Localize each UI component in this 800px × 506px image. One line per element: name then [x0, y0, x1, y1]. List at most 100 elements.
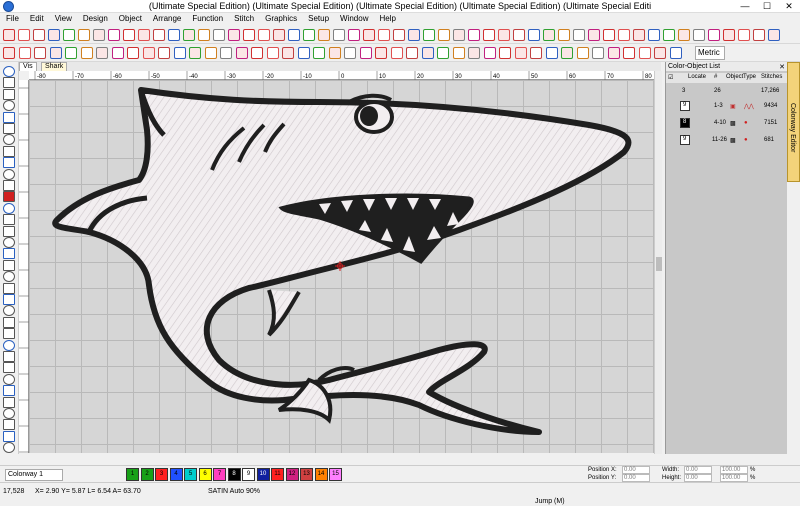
width-input[interactable]: 0.00	[684, 466, 712, 474]
toolbar-tool-icon[interactable]	[49, 47, 62, 59]
left-tool-icon[interactable]	[3, 259, 15, 271]
menu-object[interactable]: Object	[113, 13, 147, 26]
toolbar-tool-icon[interactable]	[80, 47, 93, 59]
toolbar-tool-icon[interactable]	[663, 29, 675, 41]
toolbar-tool-icon[interactable]	[678, 29, 690, 41]
toolbar-tool-icon[interactable]	[708, 29, 720, 41]
left-tool-icon[interactable]	[3, 362, 15, 374]
thread-color-swatch[interactable]: 3	[155, 468, 168, 481]
height-percent-input[interactable]: 100.00	[720, 474, 748, 482]
menu-arrange[interactable]: Arrange	[147, 13, 186, 26]
toolbar-tool-icon[interactable]	[344, 47, 356, 59]
scrollbar-thumb[interactable]	[656, 257, 662, 271]
toolbar-tool-icon[interactable]	[138, 29, 150, 41]
toolbar-tool-icon[interactable]	[3, 29, 15, 41]
menu-edit[interactable]: Edit	[24, 13, 49, 26]
toolbar-tool-icon[interactable]	[173, 47, 186, 59]
toolbar-tool-icon[interactable]	[220, 47, 232, 59]
toolbar-tool-icon[interactable]	[213, 29, 225, 41]
position-y-input[interactable]: 0.00	[622, 474, 650, 482]
left-tool-icon[interactable]	[3, 88, 15, 100]
left-tool-icon[interactable]	[3, 100, 15, 112]
design-canvas[interactable]	[29, 80, 654, 453]
toolbar-tool-icon[interactable]	[18, 47, 31, 59]
toolbar-tool-icon[interactable]	[48, 29, 60, 41]
left-tool-icon[interactable]	[3, 77, 15, 89]
toolbar-tool-icon[interactable]	[452, 47, 465, 59]
toolbar-tool-icon[interactable]	[378, 29, 390, 41]
toolbar-tool-icon[interactable]	[328, 47, 341, 59]
toolbar-tool-icon[interactable]	[406, 47, 418, 59]
thread-color-swatch[interactable]: 10	[256, 468, 270, 481]
left-tool-icon[interactable]	[3, 157, 15, 169]
thread-color-swatch[interactable]: 5	[184, 468, 197, 481]
toolbar-tool-icon[interactable]	[654, 47, 666, 59]
toolbar-tool-icon[interactable]	[228, 29, 240, 41]
left-tool-icon[interactable]	[3, 305, 15, 317]
toolbar-tool-icon[interactable]	[168, 29, 180, 41]
left-tool-icon[interactable]	[3, 339, 15, 351]
toolbar-tool-icon[interactable]	[530, 47, 542, 59]
panel-close-icon[interactable]: ✕	[779, 63, 785, 71]
toolbar-tool-icon[interactable]	[513, 29, 525, 41]
toolbar-tool-icon[interactable]	[33, 29, 45, 41]
toolbar-tool-icon[interactable]	[607, 47, 620, 59]
thread-color-swatch[interactable]: 13	[300, 468, 313, 481]
toolbar-tool-icon[interactable]	[198, 29, 210, 41]
toolbar-tool-icon[interactable]	[204, 47, 217, 59]
left-tool-icon[interactable]	[3, 351, 15, 362]
toolbar-tool-icon[interactable]	[514, 47, 527, 59]
toolbar-tool-icon[interactable]	[333, 29, 345, 41]
toolbar-tool-icon[interactable]	[282, 47, 294, 59]
left-tool-icon[interactable]	[3, 145, 15, 157]
toolbar-tool-icon[interactable]	[297, 47, 310, 59]
toolbar-tool-icon[interactable]	[693, 29, 705, 41]
toolbar-tool-icon[interactable]	[453, 29, 465, 41]
toolbar-tool-icon[interactable]	[303, 29, 315, 41]
left-tool-icon[interactable]	[3, 225, 15, 237]
toolbar-tool-icon[interactable]	[359, 47, 372, 59]
toolbar-tool-icon[interactable]	[573, 29, 585, 41]
colorway-editor-tab[interactable]: Colorway Editor	[787, 62, 800, 182]
toolbar-tool-icon[interactable]	[738, 29, 750, 41]
toolbar-tool-icon[interactable]	[375, 47, 387, 59]
toolbar-tool-icon[interactable]	[266, 47, 279, 59]
toolbar-tool-icon[interactable]	[258, 29, 270, 41]
toolbar-tool-icon[interactable]	[288, 29, 300, 41]
toolbar-tool-icon[interactable]	[127, 47, 139, 59]
thread-color-swatch[interactable]: 11	[271, 468, 284, 481]
left-tool-icon[interactable]	[3, 316, 15, 328]
left-tool-icon[interactable]	[3, 202, 15, 214]
left-tool-icon[interactable]	[3, 248, 15, 260]
maximize-icon[interactable]: ☐	[756, 0, 778, 13]
toolbar-tool-icon[interactable]	[561, 47, 573, 59]
toolbar-tool-icon[interactable]	[528, 29, 540, 41]
left-tool-icon[interactable]	[3, 214, 15, 226]
left-tool-icon[interactable]	[3, 408, 15, 419]
toolbar-tool-icon[interactable]	[142, 47, 155, 59]
toolbar-tool-icon[interactable]	[65, 47, 77, 59]
menu-help[interactable]: Help	[373, 13, 400, 26]
toolbar-tool-icon[interactable]	[123, 29, 135, 41]
toolbar-tool-icon[interactable]	[235, 47, 248, 59]
toolbar-tool-icon[interactable]	[618, 29, 630, 41]
toolbar-tool-icon[interactable]	[363, 29, 375, 41]
left-tool-icon[interactable]	[3, 180, 15, 191]
shark-design[interactable]	[29, 80, 654, 453]
width-percent-input[interactable]: 100.00	[720, 466, 748, 474]
toolbar-tool-icon[interactable]	[753, 29, 765, 41]
toolbar-tool-icon[interactable]	[251, 47, 263, 59]
left-tool-icon[interactable]	[3, 66, 15, 77]
toolbar-tool-icon[interactable]	[273, 29, 285, 41]
toolbar-tool-icon[interactable]	[313, 47, 325, 59]
left-tool-icon[interactable]	[3, 373, 15, 385]
menu-view[interactable]: View	[49, 13, 77, 26]
thread-color-swatch[interactable]: 7	[213, 468, 226, 481]
position-x-input[interactable]: 0.00	[622, 466, 650, 474]
left-tool-icon[interactable]	[3, 134, 15, 146]
toolbar-tool-icon[interactable]	[18, 29, 30, 41]
left-tool-icon[interactable]	[3, 396, 15, 408]
thread-color-swatch[interactable]: 14	[314, 468, 328, 481]
left-tool-icon[interactable]	[3, 282, 15, 294]
toolbar-tool-icon[interactable]	[111, 47, 124, 59]
